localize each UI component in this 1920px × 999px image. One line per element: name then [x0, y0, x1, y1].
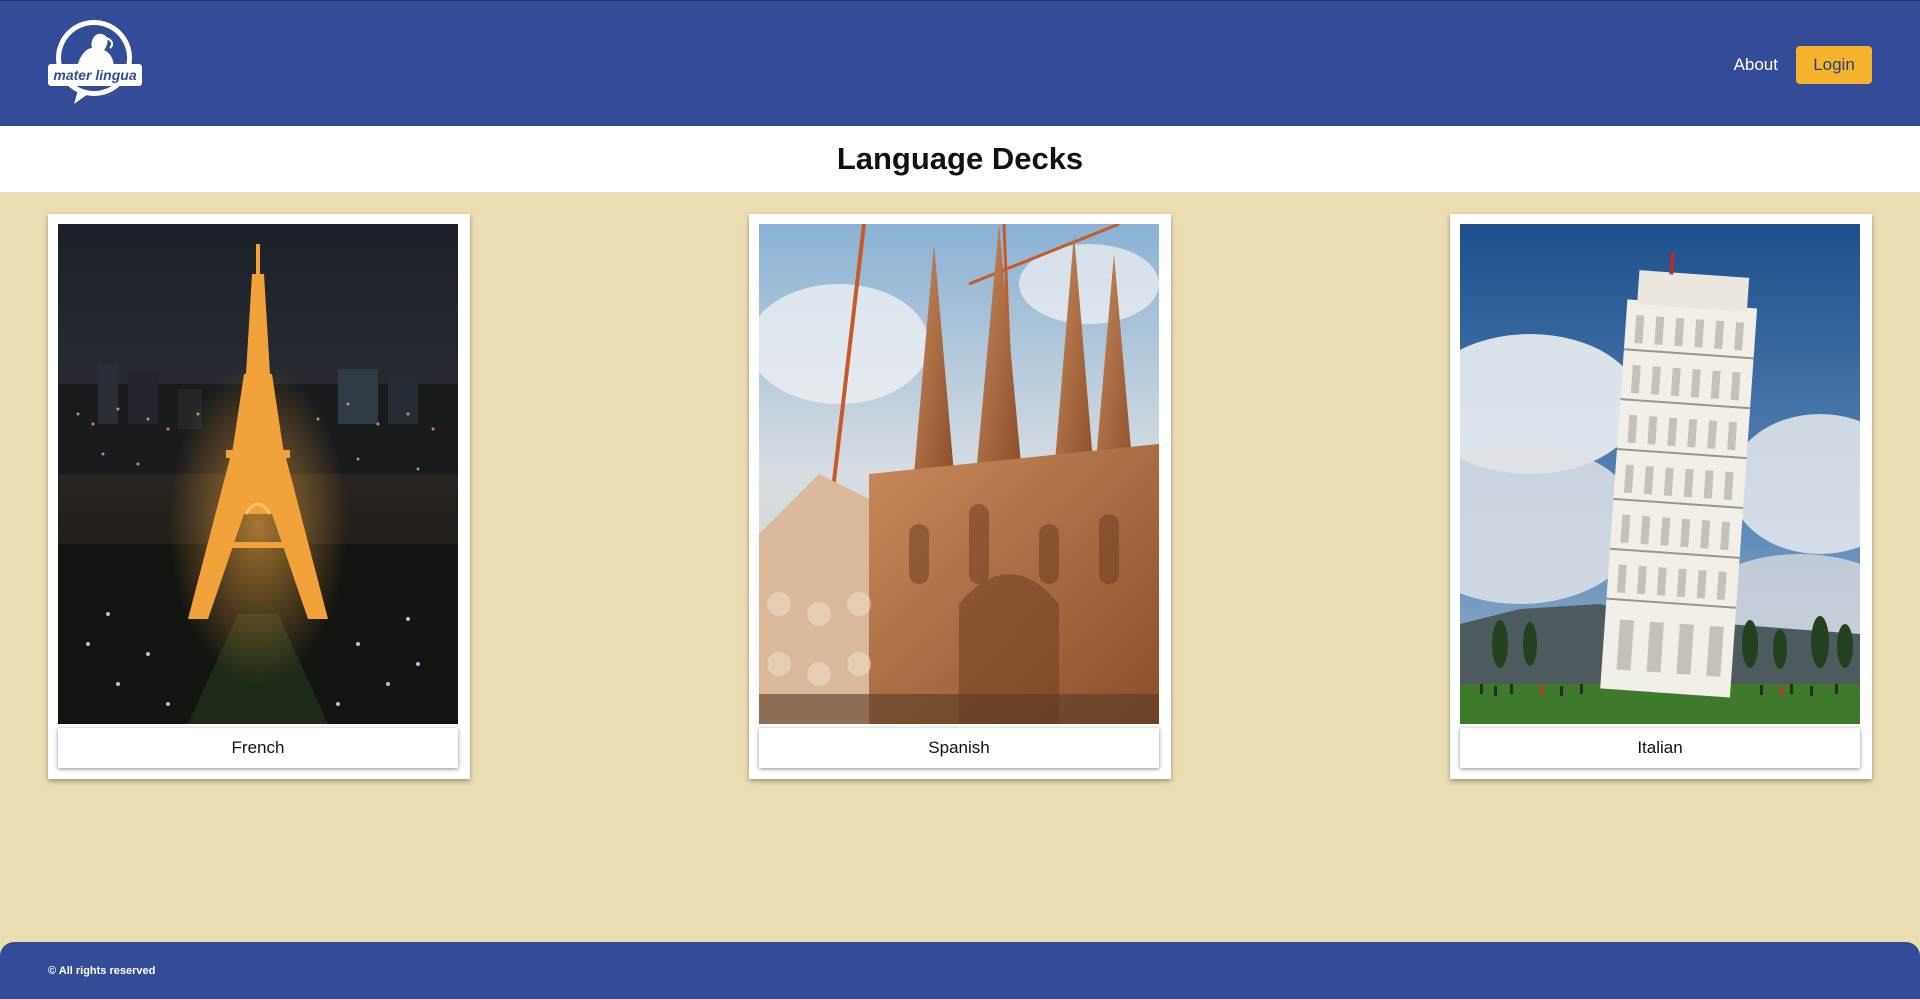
site-footer: © All rights reserved: [0, 942, 1920, 999]
svg-text:mater lingua: mater lingua: [53, 67, 136, 83]
leaning-tower-of-pisa-image: [1460, 224, 1860, 724]
mater-lingua-logo[interactable]: mater lingua: [48, 18, 142, 106]
deck-label: Spanish: [759, 728, 1159, 768]
logo-icon: mater lingua: [48, 20, 142, 104]
deck-label: Italian: [1460, 728, 1860, 768]
page-title-bar: Language Decks: [0, 126, 1920, 192]
deck-image-spanish: [759, 224, 1159, 724]
eiffel-tower-night-image: [58, 224, 458, 724]
login-button[interactable]: Login: [1796, 46, 1872, 84]
deck-card-italian[interactable]: Italian: [1450, 214, 1872, 779]
deck-card-spanish[interactable]: Spanish: [749, 214, 1171, 779]
about-link[interactable]: About: [1734, 55, 1778, 75]
main-nav: About Login: [1734, 46, 1872, 84]
page-title: Language Decks: [836, 141, 1084, 176]
copyright-text: © All rights reserved: [48, 965, 156, 977]
site-header: mater lingua About Login: [0, 0, 1920, 126]
deck-card-french[interactable]: French: [48, 214, 470, 779]
sagrada-familia-image: [759, 224, 1159, 724]
deck-label: French: [58, 728, 458, 768]
deck-image-french: [58, 224, 458, 724]
deck-image-italian: [1460, 224, 1860, 724]
